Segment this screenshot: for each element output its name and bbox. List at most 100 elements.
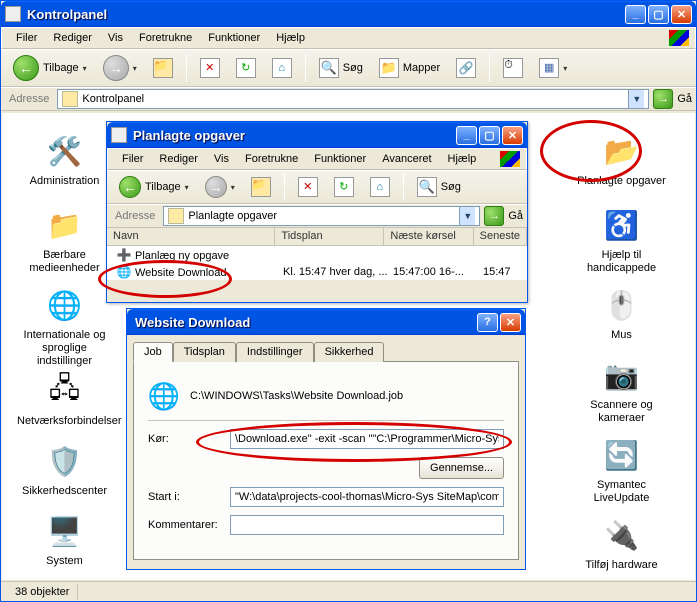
col-navn[interactable]: Navn (107, 228, 275, 245)
accessibility-icon: ♿ (602, 205, 642, 245)
tab-sikkerhed[interactable]: Sikkerhed (314, 342, 385, 362)
go-button[interactable]: → (653, 89, 673, 109)
task-row-new[interactable]: ➕Planlæg ny opgave (107, 246, 527, 263)
tasks-go-button[interactable]: → (484, 206, 504, 226)
tasks-menu-rediger[interactable]: Rediger (151, 151, 206, 167)
network-icon: 🖧 (45, 371, 85, 411)
tasks-search-label: Søg (441, 181, 461, 193)
refresh-button[interactable] (230, 53, 262, 83)
tasks-list-body: ➕Planlæg ny opgave 🌐Website Download Kl.… (107, 246, 527, 280)
cp-item-add-hardware[interactable]: 🔌Tilføj hardware (574, 515, 669, 572)
startin-input[interactable] (230, 487, 504, 507)
close-button[interactable]: ✕ (671, 5, 692, 24)
task-row-website-download[interactable]: 🌐Website Download Kl. 15:47 hver dag, ..… (107, 263, 527, 280)
tasks-back-dropdown-icon[interactable] (185, 181, 189, 193)
col-naeste[interactable]: Næste kørsel (384, 228, 473, 245)
menu-rediger[interactable]: Rediger (45, 30, 100, 46)
cp-item-security[interactable]: 🛡️Sikkerhedscenter (17, 441, 112, 498)
minimize-button[interactable]: _ (625, 5, 646, 24)
cp-item-scheduled-tasks[interactable]: 📂Planlagte opgaver (574, 131, 669, 188)
tasks-menu-vis[interactable]: Vis (206, 151, 237, 167)
col-seneste[interactable]: Seneste (474, 228, 527, 245)
cp-item-accessibility[interactable]: ♿Hjælp til handicappede (574, 205, 669, 275)
tasks-back-label: Tilbage (145, 181, 181, 193)
mouse-icon: 🖱️ (602, 285, 642, 325)
forward-button[interactable]: → (97, 53, 143, 83)
tasks-go-label: Gå (508, 210, 523, 222)
tasks-refresh-button[interactable] (328, 172, 360, 202)
globe-icon: 🌐 (45, 285, 85, 325)
folders-button[interactable]: Mapper (373, 53, 446, 83)
tasks-addressbar: Adresse Planlagte opgaver ▼ → Gå (107, 204, 527, 228)
cp-item-scanners[interactable]: 📷Scannere og kameraer (574, 355, 669, 425)
tasks-title: Planlagte opgaver (133, 128, 456, 143)
dialog-titlebar[interactable]: Website Download ? ✕ (127, 309, 525, 335)
tasks-minimize-button[interactable]: _ (456, 126, 477, 145)
browse-button[interactable]: Gennemse... (419, 457, 504, 479)
tasks-search-button[interactable]: Søg (411, 172, 467, 202)
main-menubar: Filer Rediger Vis Foretrukne Funktioner … (1, 27, 696, 49)
cp-item-administration[interactable]: 🛠️Administration (17, 131, 112, 188)
menu-hjaelp[interactable]: Hjælp (268, 30, 313, 46)
menu-foretrukne[interactable]: Foretrukne (131, 30, 200, 46)
cp-item-portable-media[interactable]: 📁Bærbare medieenheder (17, 205, 112, 275)
tab-indstillinger[interactable]: Indstillinger (236, 342, 314, 362)
views-dropdown-icon[interactable] (563, 62, 567, 74)
tasks-stop-button[interactable] (292, 172, 324, 202)
views-button[interactable] (533, 53, 573, 83)
col-tidsplan[interactable]: Tidsplan (275, 228, 384, 245)
tasks-menu-filer[interactable]: Filer (114, 151, 151, 167)
home-button[interactable] (266, 53, 298, 83)
main-titlebar[interactable]: Kontrolpanel _ ▢ ✕ (1, 1, 696, 27)
dialog-close-button[interactable]: ✕ (500, 313, 521, 332)
tasks-up-button[interactable]: 📁 (245, 172, 277, 202)
tasks-menu-hjaelp[interactable]: Hjælp (440, 151, 485, 167)
dialog-help-button[interactable]: ? (477, 313, 498, 332)
cp-item-mouse[interactable]: 🖱️Mus (574, 285, 669, 342)
address-field[interactable]: Kontrolpanel ▼ (57, 89, 649, 109)
back-button[interactable]: ← Tilbage (7, 53, 93, 83)
cp-item-network[interactable]: 🖧Netværksforbindelser (17, 371, 112, 428)
stop-icon (200, 58, 220, 78)
main-toolbar: ← Tilbage → 📁 Søg Mapper ⏱ (1, 49, 696, 87)
run-input[interactable] (230, 429, 504, 449)
back-dropdown-icon[interactable] (83, 62, 87, 74)
stop-button[interactable] (194, 53, 226, 83)
tasks-back-button[interactable]: ← Tilbage (113, 172, 195, 202)
sync-button[interactable] (450, 53, 482, 83)
tasks-forward-icon: → (205, 176, 227, 198)
tasks-close-button[interactable]: ✕ (502, 126, 523, 145)
menu-filer[interactable]: Filer (8, 30, 45, 46)
tasks-forward-button[interactable]: → (199, 172, 241, 202)
tasks-maximize-button[interactable]: ▢ (479, 126, 500, 145)
camera-icon: 📷 (602, 355, 642, 395)
tasks-address-field[interactable]: Planlagte opgaver ▼ (163, 206, 480, 226)
tasks-home-button[interactable] (364, 172, 396, 202)
cp-item-international[interactable]: 🌐Internationale og sproglige indstilling… (17, 285, 112, 368)
tasks-forward-dropdown-icon[interactable] (231, 181, 235, 193)
menu-funktioner[interactable]: Funktioner (200, 30, 268, 46)
tasks-home-icon (370, 177, 390, 197)
address-dropdown-icon[interactable]: ▼ (628, 90, 644, 108)
address-field-icon (62, 91, 78, 107)
tasks-address-dropdown-icon[interactable]: ▼ (459, 207, 475, 225)
menu-vis[interactable]: Vis (100, 30, 131, 46)
tasks-titlebar[interactable]: Planlagte opgaver _ ▢ ✕ (107, 122, 527, 148)
history-button[interactable]: ⏱ (497, 53, 529, 83)
tasks-menu-avanceret[interactable]: Avanceret (374, 151, 439, 167)
up-button[interactable]: 📁 (147, 53, 179, 83)
main-title: Kontrolpanel (27, 7, 625, 22)
tab-tidsplan[interactable]: Tidsplan (173, 342, 236, 362)
tasks-menu-foretrukne[interactable]: Foretrukne (237, 151, 306, 167)
tasks-menu-funktioner[interactable]: Funktioner (306, 151, 374, 167)
tasks-address-label: Adresse (111, 210, 159, 222)
history-icon: ⏱ (503, 58, 523, 78)
search-button[interactable]: Søg (313, 53, 369, 83)
comments-input[interactable] (230, 515, 504, 535)
maximize-button[interactable]: ▢ (648, 5, 669, 24)
new-task-icon: ➕ (116, 247, 132, 263)
tab-job[interactable]: Job (133, 342, 173, 362)
cp-item-liveupdate[interactable]: 🔄Symantec LiveUpdate (574, 435, 669, 505)
forward-dropdown-icon[interactable] (133, 62, 137, 74)
cp-item-system[interactable]: 🖥️System (17, 511, 112, 568)
